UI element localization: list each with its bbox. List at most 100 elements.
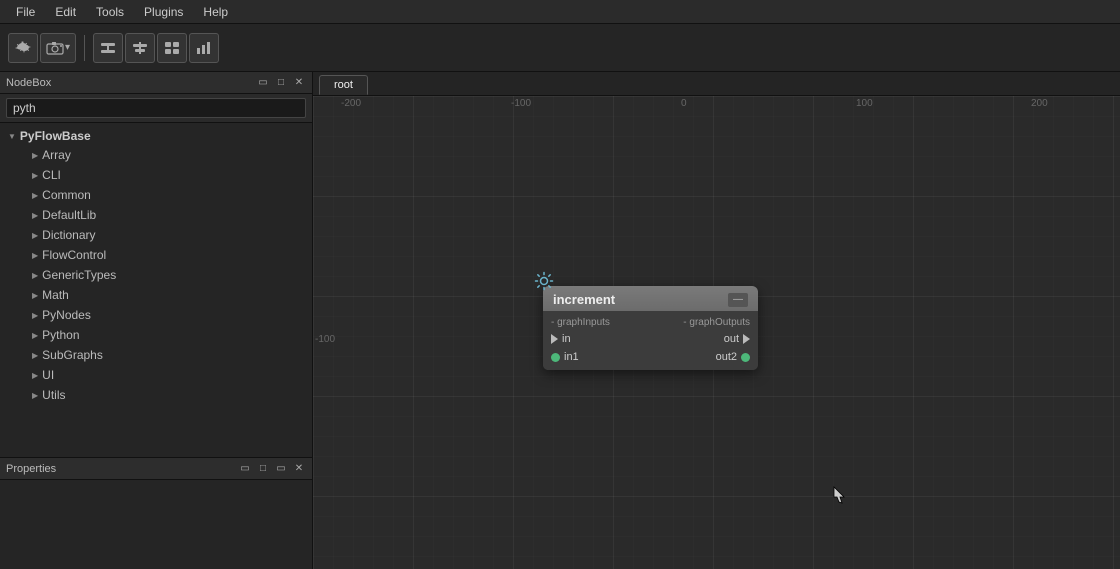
menu-help[interactable]: Help: [193, 3, 238, 21]
node-port-out2-right: out2: [651, 351, 751, 363]
tree-item-label-generictypes: GenericTypes: [42, 268, 116, 282]
tree-item-array[interactable]: ▶ Array: [12, 145, 312, 165]
menu-file[interactable]: File: [6, 3, 45, 21]
tree-item-label-dictionary: Dictionary: [42, 228, 95, 242]
toolbar-layout-btn[interactable]: [157, 33, 187, 63]
canvas-area: root -200 -100 0 100 200 -100 i: [313, 72, 1120, 569]
tree-item-dictionary[interactable]: ▶ Dictionary: [12, 225, 312, 245]
port-in1-circle[interactable]: [551, 353, 560, 362]
tree-view: ▼ PyFlowBase ▶ Array ▶ CLI ▶ Common: [0, 123, 312, 457]
port-out-triangle[interactable]: [743, 334, 750, 344]
properties-icon-1[interactable]: ▭: [238, 462, 252, 476]
cursor-arrow: [833, 486, 845, 504]
toolbar-camera-btn[interactable]: ▾: [40, 33, 76, 63]
properties-panel: Properties ▭ □ ▭ ✕: [0, 457, 312, 569]
tree-item-label-array: Array: [42, 148, 71, 162]
tree-item-ui[interactable]: ▶ UI: [12, 365, 312, 385]
properties-close-icon[interactable]: ✕: [292, 462, 306, 476]
node-section-outputs-label: - graphOutputs: [651, 317, 751, 328]
properties-header-icons: ▭ □ ▭ ✕: [238, 462, 306, 476]
node-body: - graphInputs - graphOutputs in out: [543, 311, 758, 370]
nodebox-close-icon[interactable]: ✕: [292, 76, 306, 90]
properties-header: Properties ▭ □ ▭ ✕: [0, 458, 312, 480]
tree-arrow-array: ▶: [32, 151, 38, 160]
properties-icon-2[interactable]: □: [256, 462, 270, 476]
toolbar-align-left-btn[interactable]: [93, 33, 123, 63]
tree-item-label-common: Common: [42, 188, 91, 202]
tree-arrow-flowcontrol: ▶: [32, 251, 38, 260]
properties-title: Properties: [6, 463, 56, 475]
toolbar-chart-btn[interactable]: [189, 33, 219, 63]
tree-root-label: PyFlowBase: [20, 129, 91, 143]
tree-item-math[interactable]: ▶ Math: [12, 285, 312, 305]
search-input[interactable]: [6, 98, 306, 118]
tree-arrow-ui: ▶: [32, 371, 38, 380]
port-out2-label: out2: [716, 351, 737, 363]
nodebox-header-icons: ▭ □ ✕: [256, 76, 306, 90]
menu-tools[interactable]: Tools: [86, 3, 134, 21]
nodebox-minimize-icon[interactable]: ▭: [256, 76, 270, 90]
ruler-label-200: 200: [1031, 98, 1048, 109]
tree-arrow-subgraphs: ▶: [32, 351, 38, 360]
nodebox-maximize-icon[interactable]: □: [274, 76, 288, 90]
tree-item-flowcontrol[interactable]: ▶ FlowControl: [12, 245, 312, 265]
tree-item-label-python: Python: [42, 328, 79, 342]
tree-item-subgraphs[interactable]: ▶ SubGraphs: [12, 345, 312, 365]
tree-item-label-math: Math: [42, 288, 69, 302]
tree-arrow-generictypes: ▶: [32, 271, 38, 280]
tree-arrow-utils: ▶: [32, 391, 38, 400]
node-port-out-right: out: [651, 333, 751, 345]
toolbar-sep-1: [84, 35, 85, 61]
menu-edit[interactable]: Edit: [45, 3, 86, 21]
node-port-in1-left: in1: [551, 351, 651, 363]
tree-item-cli[interactable]: ▶ CLI: [12, 165, 312, 185]
node-increment[interactable]: increment — - graphInputs - graphOutputs…: [543, 286, 758, 370]
nodebox-title: NodeBox: [6, 77, 51, 89]
tree-item-label-defaultlib: DefaultLib: [42, 208, 96, 222]
toolbar-gear-btn[interactable]: [8, 33, 38, 63]
tree-item-utils[interactable]: ▶ Utils: [12, 385, 312, 405]
node-section-header: - graphInputs - graphOutputs: [543, 315, 758, 330]
properties-icon-3[interactable]: ▭: [274, 462, 288, 476]
tree-item-common[interactable]: ▶ Common: [12, 185, 312, 205]
tab-root[interactable]: root: [319, 75, 368, 95]
menu-plugins[interactable]: Plugins: [134, 3, 193, 21]
menu-bar: File Edit Tools Plugins Help: [0, 0, 1120, 24]
tree-item-label-pynodes: PyNodes: [42, 308, 91, 322]
nodebox-header: NodeBox ▭ □ ✕: [0, 72, 312, 94]
tree-arrow-math: ▶: [32, 291, 38, 300]
node-port-row-2: in1 out2: [543, 348, 758, 366]
search-box: [0, 94, 312, 123]
tree-arrow-dictionary: ▶: [32, 231, 38, 240]
ruler-label-neg100: -100: [511, 98, 531, 109]
ruler-label-100: 100: [856, 98, 873, 109]
tree-item-python[interactable]: ▶ Python: [12, 325, 312, 345]
tree-item-label-subgraphs: SubGraphs: [42, 348, 103, 362]
node-port-row-1: in out: [543, 330, 758, 348]
tree-arrow-cli: ▶: [32, 171, 38, 180]
node-header: increment —: [543, 286, 758, 311]
node-collapse-button[interactable]: —: [728, 293, 748, 307]
tree-arrow-python: ▶: [32, 331, 38, 340]
port-in-triangle[interactable]: [551, 334, 558, 344]
tree-root-pyflowbase[interactable]: ▼ PyFlowBase: [0, 127, 312, 145]
toolbar-group-2: [93, 33, 219, 63]
tree-arrow-defaultlib: ▶: [32, 211, 38, 220]
tree-root-arrow: ▼: [8, 132, 16, 141]
tree-item-label-utils: Utils: [42, 388, 65, 402]
canvas[interactable]: -200 -100 0 100 200 -100 increment —: [313, 96, 1120, 569]
toolbar-group-1: ▾: [8, 33, 76, 63]
tree-item-pynodes[interactable]: ▶ PyNodes: [12, 305, 312, 325]
port-out-label: out: [724, 333, 739, 345]
tree-children: ▶ Array ▶ CLI ▶ Common ▶ DefaultLib: [0, 145, 312, 405]
tree-item-generictypes[interactable]: ▶ GenericTypes: [12, 265, 312, 285]
tree-item-defaultlib[interactable]: ▶ DefaultLib: [12, 205, 312, 225]
tab-bar: root: [313, 72, 1120, 96]
port-in-label: in: [562, 333, 571, 345]
node-gear-icon: [533, 270, 557, 294]
port-out2-circle[interactable]: [741, 353, 750, 362]
main-layout: NodeBox ▭ □ ✕ ▼ PyFlowBase ▶: [0, 72, 1120, 569]
nodebox-panel: NodeBox ▭ □ ✕ ▼ PyFlowBase ▶: [0, 72, 312, 457]
tree-item-label-ui: UI: [42, 368, 54, 382]
toolbar-align-center-btn[interactable]: [125, 33, 155, 63]
